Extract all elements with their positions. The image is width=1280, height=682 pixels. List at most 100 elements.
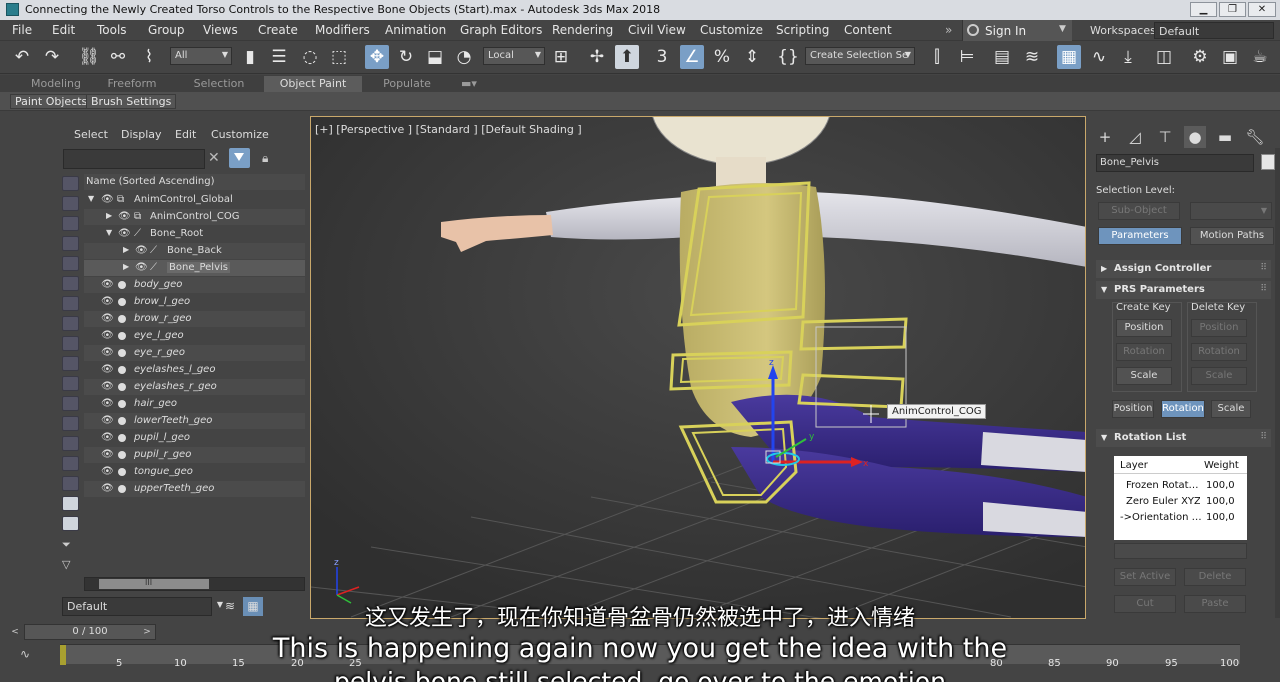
expand-arrow-icon[interactable]: ▶ (106, 211, 112, 220)
visibility-eye-icon[interactable]: 👁︎ (101, 364, 114, 375)
subtab-paint-objects[interactable]: Paint Objects (10, 94, 93, 109)
explorer-menu-edit[interactable]: Edit (175, 128, 196, 141)
menu-animation[interactable]: Animation (385, 23, 446, 37)
tree-row-bone-pelvis[interactable]: ▶ 👁︎ ⟋ Bone_Pelvis (84, 260, 305, 276)
bind-spacewarp-icon[interactable]: ⌇ (137, 45, 161, 69)
select-and-place-icon[interactable]: ◔ (452, 45, 476, 69)
viewport-label-menu[interactable]: [+] [Perspective ] [Standard ] [Default … (315, 123, 582, 136)
tree-row-brow-r-geo[interactable]: 👁︎ brow_r_geo (84, 311, 305, 327)
menu-create[interactable]: Create (258, 23, 298, 37)
collapse-arrow-icon[interactable]: ▼ (106, 228, 112, 237)
percent-snap-icon[interactable]: % (710, 45, 734, 69)
unlink-icon[interactable]: ⚯ (106, 45, 130, 69)
schematic-view-icon[interactable]: ⤓ (1116, 45, 1140, 69)
visibility-eye-icon[interactable]: 👁︎ (101, 279, 114, 290)
menu-scripting[interactable]: Scripting (776, 23, 829, 37)
tree-row-pupil-l-geo[interactable]: 👁︎ pupil_l_geo (84, 430, 305, 446)
menu-content[interactable]: Content (844, 23, 892, 37)
select-and-rotate-icon[interactable]: ↻ (394, 45, 418, 69)
snaps-toggle-icon[interactable]: 3 (650, 45, 674, 69)
visibility-eye-icon[interactable]: 👁︎ (101, 449, 114, 460)
window-crossing-icon[interactable]: ⬚ (327, 45, 351, 69)
motion-paths-button[interactable]: Motion Paths (1190, 227, 1274, 245)
all-filter-icon[interactable] (62, 476, 79, 491)
geometry-filter-icon[interactable] (62, 236, 79, 251)
undo-icon[interactable]: ↶ (10, 45, 34, 69)
keyboard-shortcut-override-icon[interactable]: ⬆ (615, 45, 639, 69)
selection-region-icon[interactable]: ◌ (298, 45, 322, 69)
helper-filter-icon[interactable] (62, 316, 79, 331)
material-editor-icon[interactable]: ◫ (1152, 45, 1176, 69)
tree-row-brow-l-geo[interactable]: 👁︎ brow_l_geo (84, 294, 305, 310)
camera-filter-icon[interactable] (62, 296, 79, 311)
menu-file[interactable]: File (12, 23, 32, 37)
tree-row-upperteeth-geo[interactable]: 👁︎ upperTeeth_geo (84, 481, 305, 497)
explorer-menu-customize[interactable]: Customize (211, 128, 269, 141)
tree-row-bone-root[interactable]: ▼ 👁︎ ⟋ Bone_Root (84, 226, 305, 242)
invert-filter-icon[interactable] (62, 516, 79, 531)
visibility-eye-icon[interactable]: 👁︎ (101, 466, 114, 477)
create-position-key-button[interactable]: Position (1116, 319, 1172, 337)
minimize-button[interactable]: ▁ (1190, 2, 1217, 17)
edit-named-selection-icon[interactable]: {} (776, 45, 800, 69)
tree-row-tongue-geo[interactable]: 👁︎ tongue_geo (84, 464, 305, 480)
filter-funnel-icon[interactable]: ⏷ (62, 538, 79, 553)
tree-row-animcontrol-cog[interactable]: ▶ 👁︎ ⧉ AnimControl_COG (84, 209, 305, 225)
modify-tab-icon[interactable]: ◿ (1124, 126, 1146, 148)
maximize-button[interactable]: ❐ (1219, 2, 1246, 17)
tree-column-header[interactable]: Name (Sorted Ascending) (84, 174, 305, 190)
delete-scale-key-button[interactable]: Scale (1191, 367, 1247, 385)
tree-row-eye-r-geo[interactable]: 👁︎ eye_r_geo (84, 345, 305, 361)
align-icon[interactable]: ⊨ (955, 45, 979, 69)
sub-object-level-dropdown[interactable]: ▼ (1190, 202, 1272, 220)
find-icon[interactable]: ▽ (62, 558, 79, 573)
visibility-eye-icon[interactable]: 👁︎ (101, 194, 114, 205)
menu-tools[interactable]: Tools (97, 23, 127, 37)
redo-icon[interactable]: ↷ (40, 45, 64, 69)
spinner-snap-icon[interactable]: ⇕ (740, 45, 764, 69)
ribbon-options-icon[interactable]: ▬▾ (456, 76, 482, 92)
tree-row-lowerteeth-geo[interactable]: 👁︎ lowerTeeth_geo (84, 413, 305, 429)
curve-editor-icon[interactable]: ∿ (1087, 45, 1111, 69)
select-object-icon[interactable]: ▮ (238, 45, 262, 69)
selection-filter-dropdown[interactable]: All ▼ (170, 47, 232, 65)
tree-row-body-geo[interactable]: 👁︎ body_geo (84, 277, 305, 293)
explorer-menu-select[interactable]: Select (74, 128, 108, 141)
prs-parameters-rollout[interactable]: ▼ PRS Parameters ⠿ (1096, 281, 1271, 299)
object-color-swatch[interactable] (1261, 154, 1275, 170)
explorer-search-input[interactable] (63, 149, 205, 169)
tab-object-paint[interactable]: Object Paint (264, 76, 362, 92)
menu-rendering[interactable]: Rendering (552, 23, 613, 37)
render-setup-icon[interactable]: ⚙ (1188, 45, 1212, 69)
shape-filter-icon[interactable] (62, 256, 79, 271)
reference-coordinate-dropdown[interactable]: Local ▼ (483, 47, 545, 65)
render-production-icon[interactable]: ☕ (1248, 45, 1272, 69)
visibility-eye-icon[interactable]: 👁︎ (101, 432, 114, 443)
expand-arrow-icon[interactable]: ▶ (123, 245, 129, 254)
visibility-eye-icon[interactable]: 👁︎ (101, 381, 114, 392)
link-icon[interactable]: ⛓ (77, 45, 101, 69)
tab-freeform[interactable]: Freeform (98, 76, 166, 92)
named-selection-set-dropdown[interactable]: Create Selection Se ▼ (805, 47, 915, 65)
frozen-filter-icon[interactable] (62, 436, 79, 451)
group-filter-icon[interactable] (62, 356, 79, 371)
select-and-scale-icon[interactable]: ⬓ (423, 45, 447, 69)
bone-filter-icon[interactable] (62, 396, 79, 411)
visibility-eye-icon[interactable]: 👁︎ (101, 483, 114, 494)
create-rotation-key-button[interactable]: Rotation (1116, 343, 1172, 361)
parameters-button[interactable]: Parameters (1098, 227, 1182, 245)
tab-modeling[interactable]: Modeling (22, 76, 90, 92)
toggle-scene-explorer-icon[interactable]: ▤ (990, 45, 1014, 69)
display-children-icon[interactable] (62, 196, 79, 211)
visibility-eye-icon[interactable]: 👁︎ (135, 262, 148, 273)
position-track-button[interactable]: Position (1112, 400, 1154, 418)
menu-customize[interactable]: Customize (700, 23, 763, 37)
tree-row-animcontrol-global[interactable]: ▼ 👁︎ ⧉ AnimControl_Global (84, 192, 305, 208)
select-manipulate-icon[interactable]: ✢ (585, 45, 609, 69)
menu-group[interactable]: Group (148, 23, 185, 37)
visibility-eye-icon[interactable]: 👁︎ (101, 347, 114, 358)
tab-populate[interactable]: Populate (372, 76, 442, 92)
scrollbar-thumb[interactable] (99, 579, 209, 589)
workspace-dropdown[interactable]: Default (1154, 22, 1274, 39)
tree-row-bone-back[interactable]: ▶ 👁︎ ⟋ Bone_Back (84, 243, 305, 259)
